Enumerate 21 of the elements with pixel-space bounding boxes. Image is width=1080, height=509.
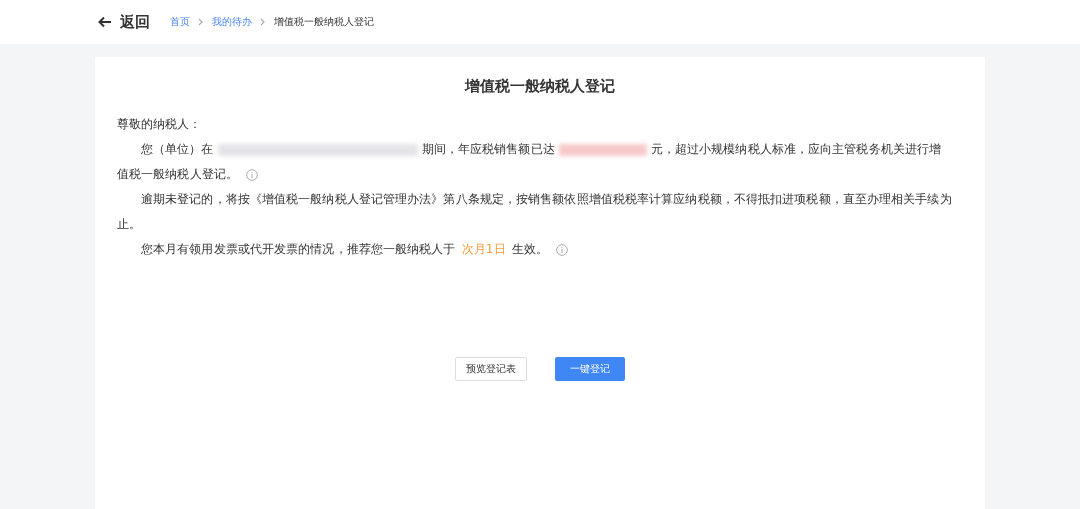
body-text: 期间，年应税销售额已达	[421, 142, 555, 156]
register-button[interactable]: 一键登记	[555, 357, 625, 381]
body-text: 您本月有领用发票或代开发票的情况，推荐您一般纳税人于	[141, 242, 456, 256]
body-text: 您（单位）在	[141, 142, 214, 156]
preview-button[interactable]: 预览登记表	[455, 357, 527, 381]
highlight-text: 次月1日	[461, 242, 506, 256]
info-icon[interactable]	[555, 243, 568, 256]
chevron-icon	[198, 18, 204, 26]
greeting-text: 尊敬的纳税人：	[117, 116, 202, 133]
breadcrumb-link[interactable]: 首页	[170, 15, 190, 29]
body-text: 元，超过小规模纳税人标准，应向主管税务机关进行增	[650, 142, 942, 156]
body-text: 逾期未登记的，将按《增值税一般纳税人登记管理办法》第八条规定，按销售额依照增值税税率计算应纳税额，不得抵扣进项税额，直至办理相关手续为止。	[117, 192, 952, 231]
breadcrumb-link[interactable]: 我的待办	[212, 15, 252, 29]
info-icon[interactable]	[246, 168, 258, 181]
body-text: 生效。	[511, 242, 548, 256]
back-arrow-icon[interactable]	[98, 16, 112, 28]
chevron-icon	[260, 18, 266, 26]
body-text: 值税一般纳税人登记。	[117, 167, 238, 181]
breadcrumb-current: 增值税一般纳税人登记	[274, 15, 374, 29]
page-title: 增值税一般纳税人登记	[463, 76, 616, 96]
back-link[interactable]: 返回	[98, 12, 150, 32]
